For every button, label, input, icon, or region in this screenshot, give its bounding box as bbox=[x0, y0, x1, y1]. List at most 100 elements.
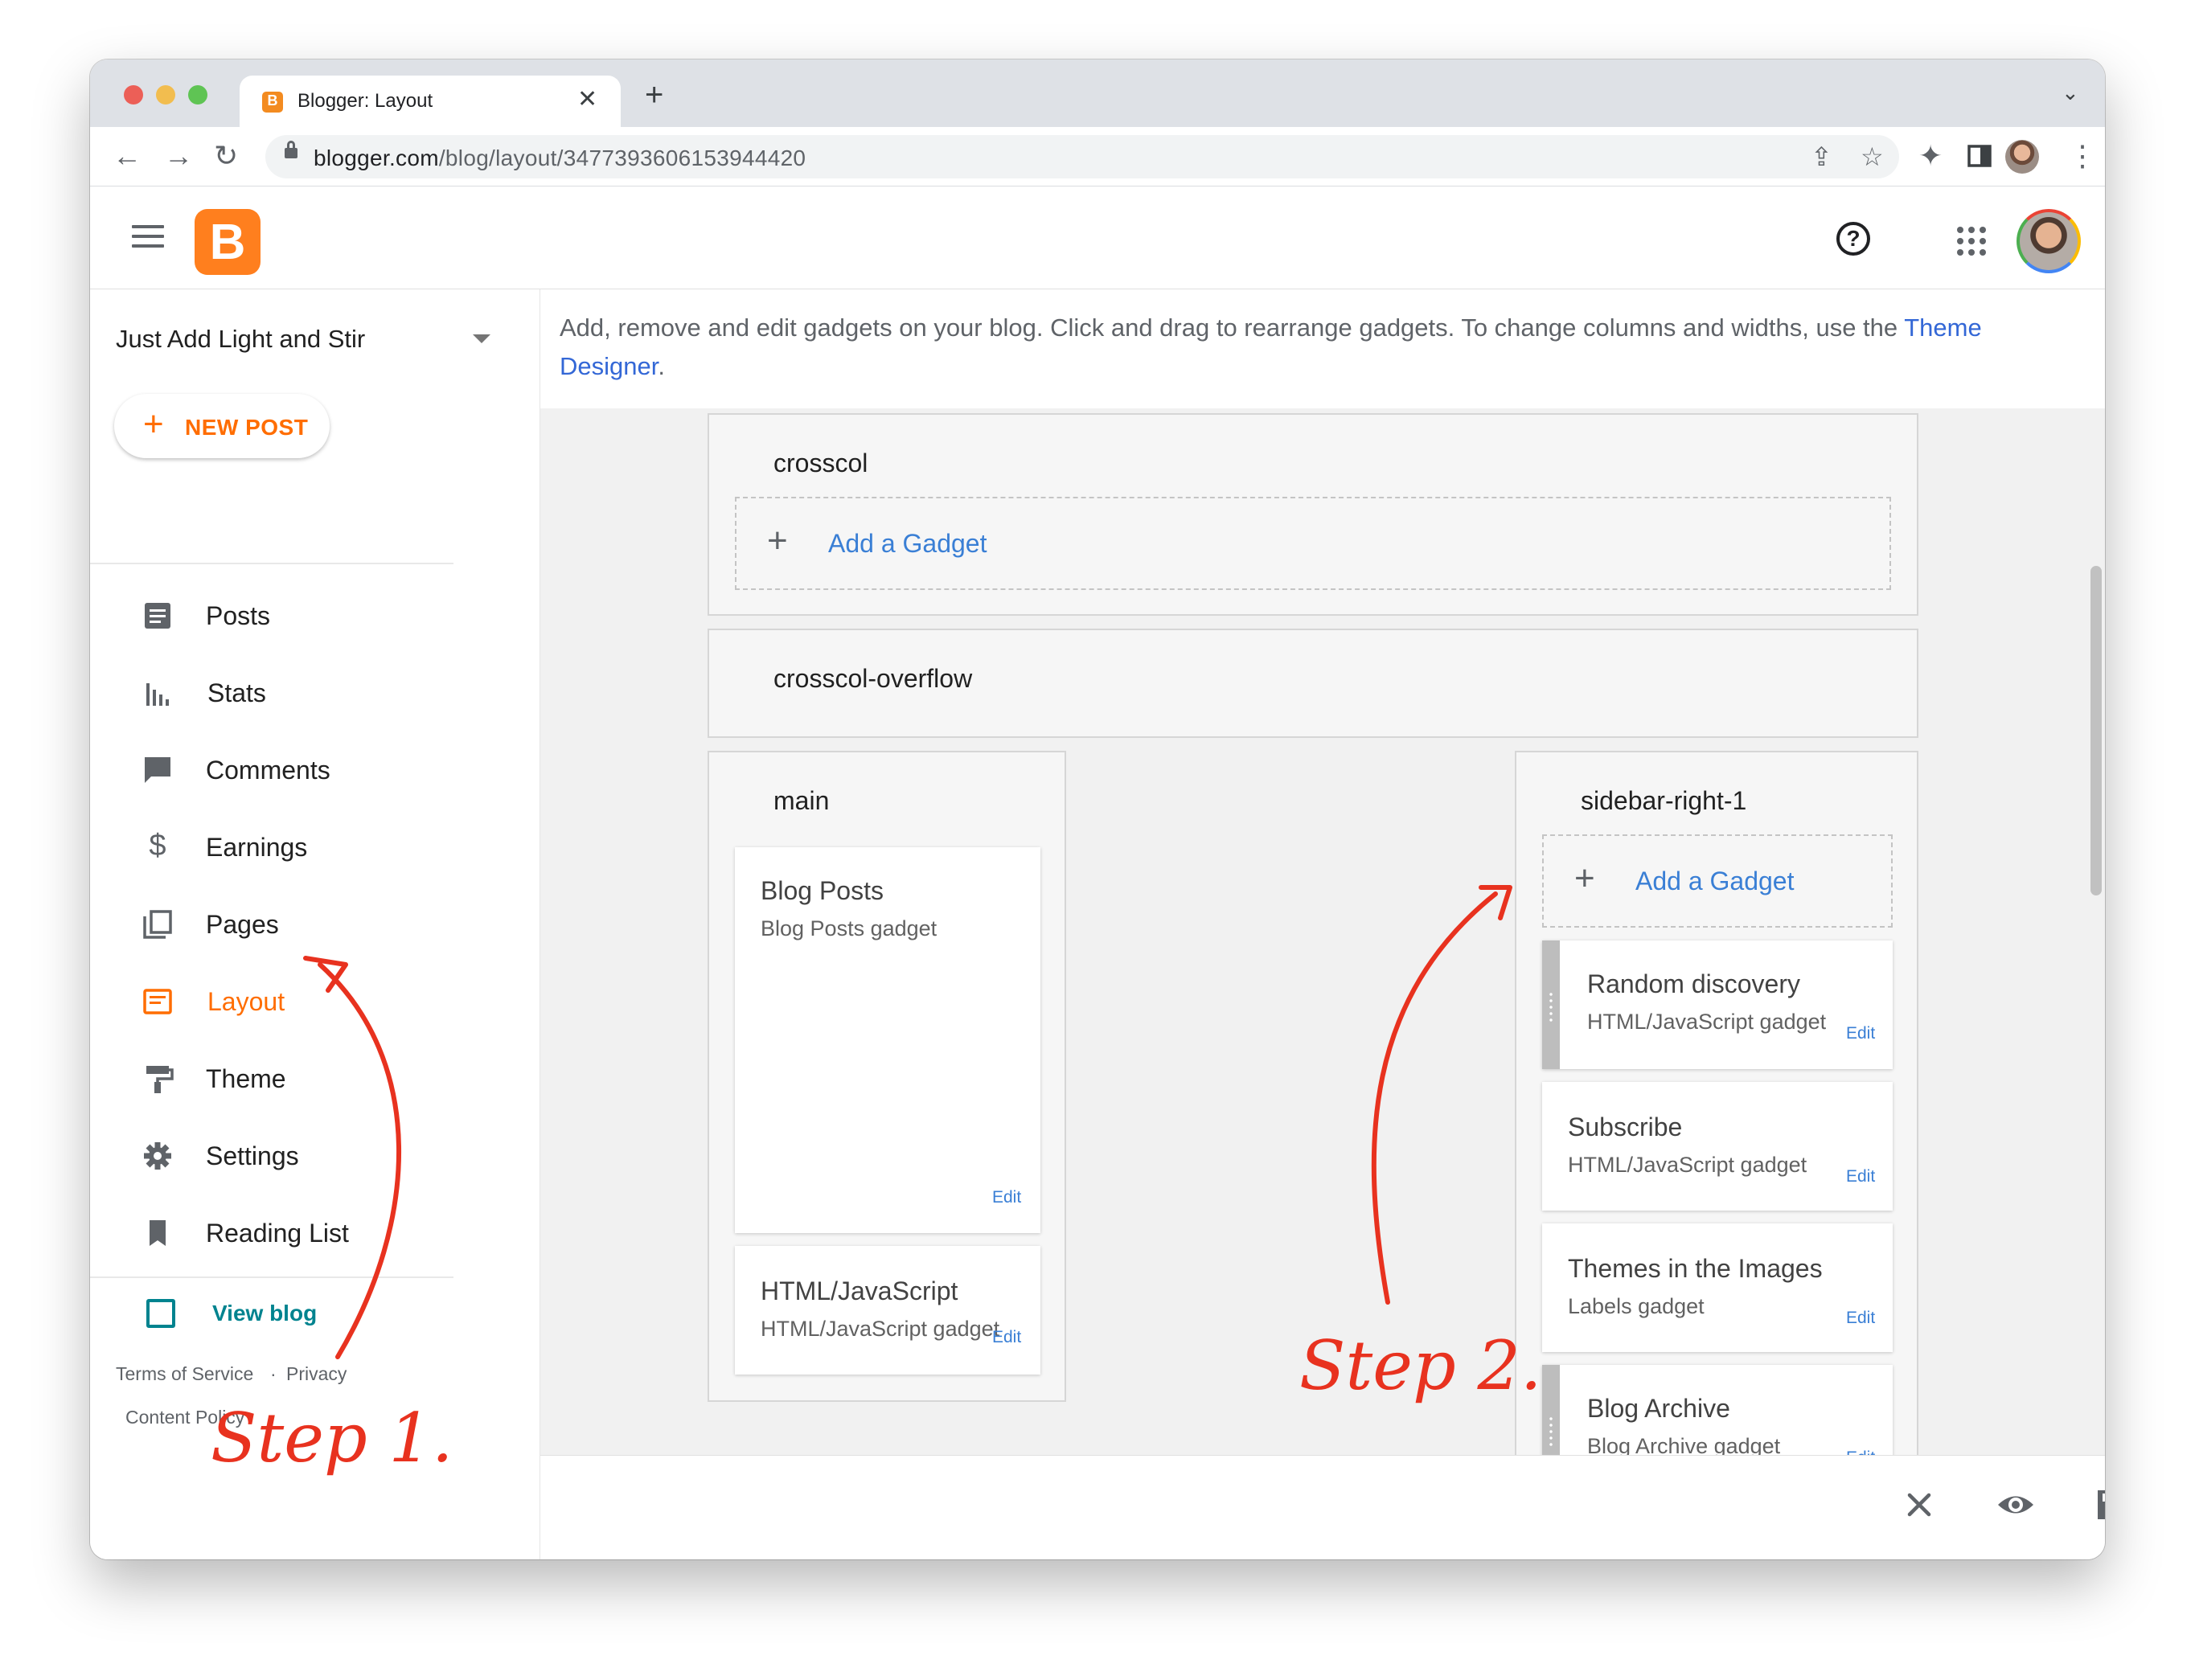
paint-roller-icon bbox=[146, 1066, 174, 1093]
preview-eye-icon[interactable] bbox=[1996, 1485, 2036, 1525]
tab-title: Blogger: Layout bbox=[297, 90, 433, 112]
reload-icon[interactable]: ↻ bbox=[214, 138, 238, 174]
new-post-button[interactable]: + NEW POST bbox=[114, 394, 330, 458]
gadget-themes-in-the-images[interactable]: Themes in the Images Labels gadget Edit bbox=[1542, 1223, 1893, 1352]
dollar-icon: $ bbox=[149, 829, 166, 863]
divider bbox=[90, 1276, 453, 1278]
step-1-annotation: Step 1. bbox=[211, 1399, 453, 1477]
add-gadget-button[interactable]: + Add a Gadget bbox=[1542, 834, 1893, 928]
sidebar-item-theme[interactable]: Theme bbox=[90, 1043, 540, 1116]
gadget-title: Themes in the Images bbox=[1568, 1254, 1823, 1283]
bookmark-star-icon[interactable]: ☆ bbox=[1861, 141, 1884, 172]
terms-link[interactable]: Terms of Service bbox=[116, 1363, 253, 1385]
gadget-random-discovery[interactable]: Random discovery HTML/JavaScript gadget … bbox=[1542, 940, 1893, 1069]
sidebar-item-reading-list[interactable]: Reading List bbox=[90, 1198, 540, 1270]
layout-intro-text: Add, remove and edit gadgets on your blo… bbox=[560, 313, 1982, 380]
scrollbar-thumb[interactable] bbox=[2090, 566, 2102, 895]
browser-window: Blogger: Layout ✕ + ⌄ ← → ↻ blogger.com/… bbox=[90, 59, 2105, 1559]
add-gadget-label: Add a Gadget bbox=[1635, 867, 1795, 895]
gadget-html-javascript[interactable]: HTML/JavaScript HTML/JavaScript gadget E… bbox=[735, 1246, 1040, 1375]
sidebar-item-stats[interactable]: Stats bbox=[90, 658, 540, 730]
gadget-title: Random discovery bbox=[1587, 969, 1800, 998]
layout-action-bar bbox=[540, 1455, 2105, 1559]
profile-avatar-small[interactable] bbox=[2005, 140, 2039, 174]
address-bar[interactable]: blogger.com/blog/layout/3477393606153944… bbox=[265, 135, 1899, 178]
tab-close-icon[interactable]: ✕ bbox=[577, 85, 597, 113]
sidebar-item-label: Earnings bbox=[206, 833, 308, 862]
drag-handle[interactable] bbox=[1542, 940, 1560, 1069]
sidebar-item-label: Layout bbox=[207, 987, 285, 1016]
section-title: main bbox=[773, 786, 830, 815]
back-arrow-icon[interactable]: ← bbox=[113, 138, 142, 174]
gadget-edit-link[interactable]: Edit bbox=[1846, 1024, 1875, 1043]
add-gadget-label: Add a Gadget bbox=[828, 529, 987, 558]
sidebar-item-label: Pages bbox=[206, 910, 279, 939]
tab-strip: Blogger: Layout ✕ + ⌄ bbox=[90, 59, 2105, 127]
blogger-logo-icon[interactable] bbox=[195, 209, 261, 275]
view-blog-label: View blog bbox=[212, 1301, 318, 1326]
browser-menu-icon[interactable]: ⋮ bbox=[2068, 138, 2097, 174]
save-icon[interactable] bbox=[2092, 1485, 2105, 1525]
browser-toolbar: ← → ↻ blogger.com/blog/layout/3477393606… bbox=[90, 127, 2105, 186]
gadget-edit-link[interactable]: Edit bbox=[1846, 1309, 1875, 1328]
section-crosscol-overflow: crosscol-overflow bbox=[708, 629, 1918, 738]
gadget-subtitle: HTML/JavaScript gadget bbox=[1568, 1153, 1807, 1177]
sidebar-item-label: Posts bbox=[206, 601, 271, 630]
google-apps-icon[interactable] bbox=[1957, 227, 1986, 256]
gadget-edit-link[interactable]: Edit bbox=[992, 1328, 1021, 1347]
maximize-window-button[interactable] bbox=[188, 85, 207, 104]
minimize-window-button[interactable] bbox=[156, 85, 175, 104]
new-post-label: NEW POST bbox=[185, 415, 309, 440]
gadget-title: Subscribe bbox=[1568, 1112, 1683, 1141]
plus-icon: + bbox=[1574, 858, 1595, 898]
section-crosscol: crosscol + Add a Gadget bbox=[708, 413, 1918, 616]
tab-blogger-layout[interactable]: Blogger: Layout ✕ bbox=[240, 76, 621, 127]
close-layout-icon[interactable] bbox=[1899, 1485, 1939, 1525]
sidebar-item-layout[interactable]: Layout bbox=[90, 966, 540, 1039]
gadget-edit-link[interactable]: Edit bbox=[992, 1188, 1021, 1207]
gadget-blog-posts[interactable]: Blog Posts Blog Posts gadget Edit bbox=[735, 847, 1040, 1233]
sidebar-item-posts[interactable]: Posts bbox=[90, 580, 540, 653]
footer-separator: · bbox=[270, 1363, 277, 1384]
help-icon[interactable]: ? bbox=[1836, 222, 1870, 256]
lock-icon bbox=[285, 141, 297, 158]
posts-icon bbox=[145, 603, 170, 629]
step-2-annotation: Step 2. bbox=[1299, 1326, 1542, 1405]
privacy-link[interactable]: Privacy bbox=[286, 1363, 347, 1385]
close-window-button[interactable] bbox=[124, 85, 143, 104]
sidebar-item-settings[interactable]: Settings bbox=[90, 1121, 540, 1193]
gadget-edit-link[interactable]: Edit bbox=[1846, 1167, 1875, 1186]
account-avatar[interactable] bbox=[2017, 209, 2081, 273]
layout-icon bbox=[143, 989, 172, 1014]
blog-selector-dropdown-icon[interactable] bbox=[473, 334, 490, 343]
divider bbox=[90, 563, 453, 564]
new-tab-button[interactable]: + bbox=[645, 77, 663, 113]
gadget-subtitle: HTML/JavaScript gadget bbox=[1587, 1010, 1827, 1034]
forward-arrow-icon[interactable]: → bbox=[164, 138, 193, 174]
sidebar-item-label: Theme bbox=[206, 1064, 286, 1093]
add-gadget-button[interactable]: + Add a Gadget bbox=[735, 497, 1891, 590]
blogger-favicon-icon bbox=[262, 92, 283, 113]
gadget-title: Blog Posts bbox=[761, 876, 884, 905]
sidebar-item-label: Comments bbox=[206, 756, 330, 785]
sidebar-item-earnings[interactable]: $ Earnings bbox=[90, 812, 540, 884]
blog-selector-name[interactable]: Just Add Light and Stir bbox=[116, 325, 365, 354]
plus-icon: + bbox=[143, 404, 164, 444]
side-panel-icon[interactable] bbox=[1967, 141, 1992, 177]
section-sidebar-right-1: sidebar-right-1 + Add a Gadget Random di… bbox=[1515, 751, 1918, 1494]
url-text: blogger.com/blog/layout/3477393606153944… bbox=[314, 145, 806, 170]
comments-icon bbox=[145, 757, 170, 783]
layout-canvas: crosscol + Add a Gadget crosscol-overflo… bbox=[540, 408, 2105, 1494]
layout-scrollbar[interactable] bbox=[2086, 408, 2105, 1455]
view-blog-link[interactable]: View blog bbox=[90, 1286, 540, 1342]
section-title: crosscol bbox=[773, 449, 868, 477]
share-icon[interactable]: ⇪ bbox=[1811, 141, 1832, 172]
sidebar-item-comments[interactable]: Comments bbox=[90, 735, 540, 807]
sidebar-item-pages[interactable]: Pages bbox=[90, 889, 540, 961]
extensions-puzzle-icon[interactable]: ✦ bbox=[1918, 138, 1943, 174]
gadget-subscribe[interactable]: Subscribe HTML/JavaScript gadget Edit bbox=[1542, 1082, 1893, 1211]
hamburger-menu-icon[interactable] bbox=[132, 225, 164, 249]
tab-search-chevron-icon[interactable]: ⌄ bbox=[2062, 80, 2079, 105]
gadget-title: Blog Archive bbox=[1587, 1394, 1730, 1423]
blogger-header: ? bbox=[90, 186, 2105, 289]
